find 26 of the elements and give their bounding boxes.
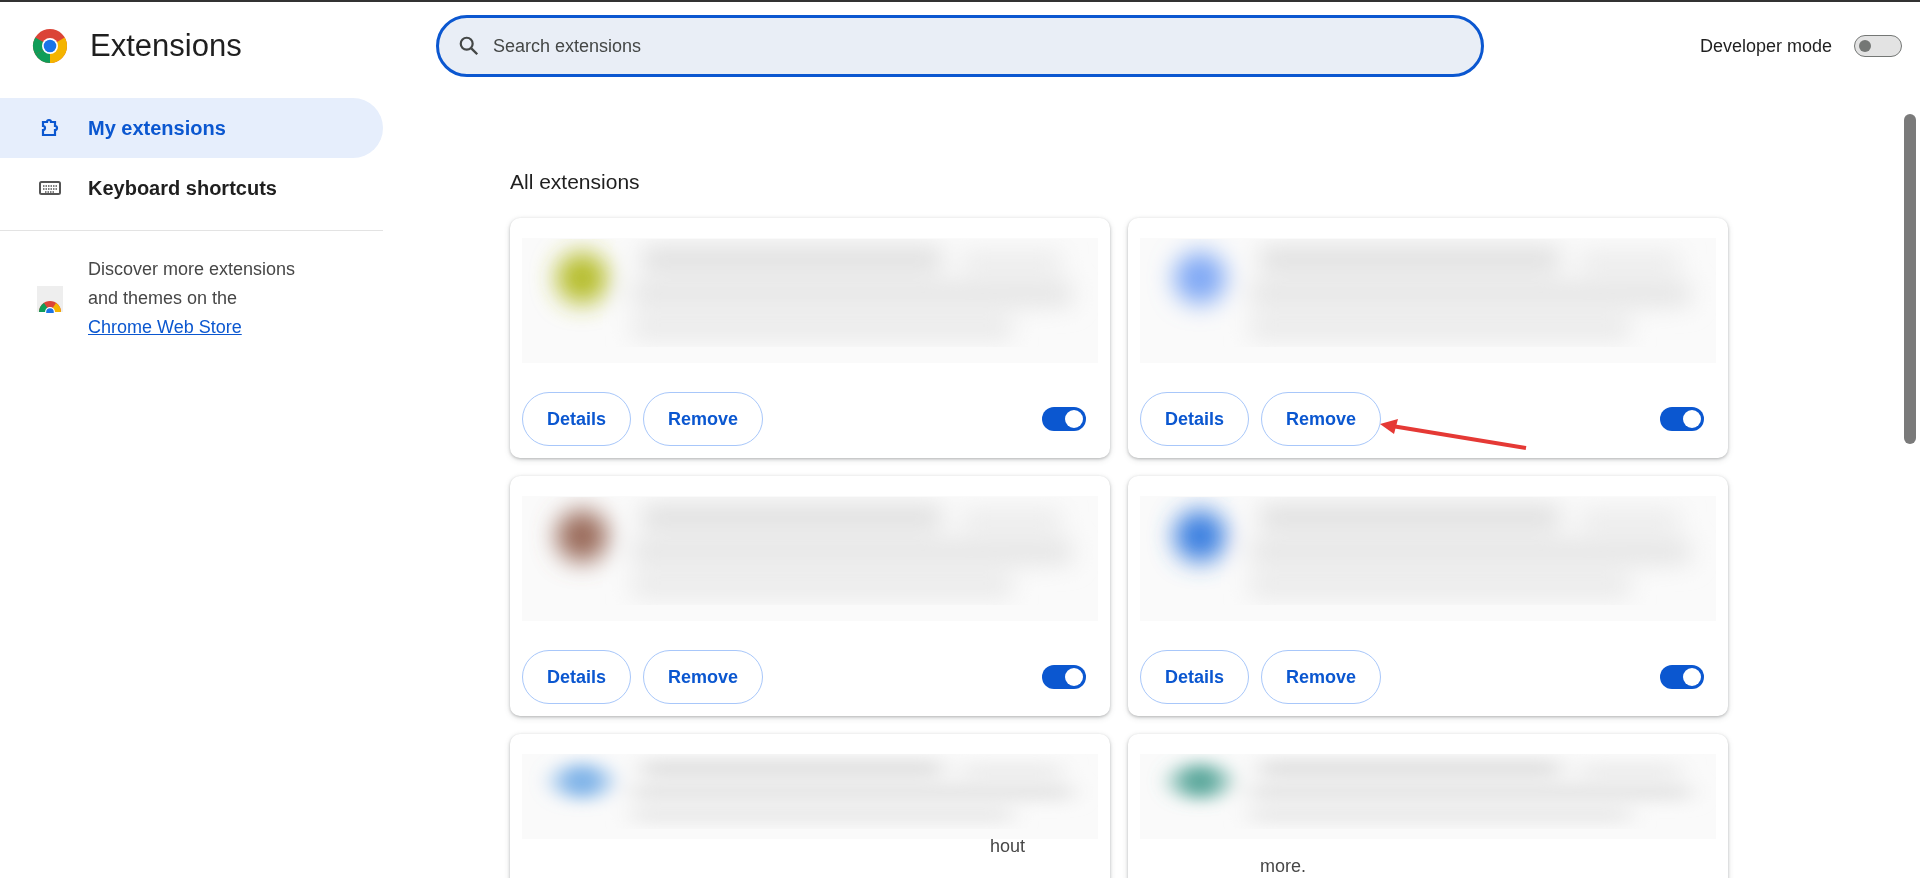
details-button[interactable]: Details	[522, 650, 632, 704]
store-promo-text: Discover more extensions and themes on the Chrome Web Store	[88, 258, 297, 339]
details-button[interactable]: Details	[1140, 392, 1250, 446]
chrome-logo-icon	[32, 28, 68, 64]
remove-button[interactable]: Remove	[1261, 392, 1382, 446]
enable-toggle[interactable]	[1660, 665, 1704, 689]
enable-toggle[interactable]	[1042, 665, 1086, 689]
sidebar-item[interactable]: Keyboard shortcuts	[0, 158, 383, 218]
web-store-icon	[36, 284, 64, 313]
search-icon	[458, 35, 480, 57]
developer-mode-label: Developer mode	[1699, 35, 1832, 57]
remove-button[interactable]: Remove	[643, 392, 764, 446]
description-text: hout	[990, 835, 1026, 857]
remove-button[interactable]: Remove	[1261, 650, 1382, 704]
details-button[interactable]: Details	[522, 392, 632, 446]
search-field[interactable]: Search extensions	[436, 15, 1484, 77]
section-heading: All extensions	[510, 170, 641, 194]
page-title: Extensions	[90, 28, 242, 64]
enable-toggle[interactable]	[1042, 407, 1086, 431]
details-button[interactable]: Details	[1140, 650, 1250, 704]
developer-mode-toggle[interactable]	[1854, 35, 1902, 57]
enable-toggle[interactable]	[1660, 407, 1704, 431]
web-store-link[interactable]: Chrome Web Store	[88, 317, 242, 337]
sidebar-item[interactable]: My extensions	[0, 98, 383, 158]
description-text: more.	[1260, 855, 1306, 877]
remove-button[interactable]: Remove	[643, 650, 764, 704]
